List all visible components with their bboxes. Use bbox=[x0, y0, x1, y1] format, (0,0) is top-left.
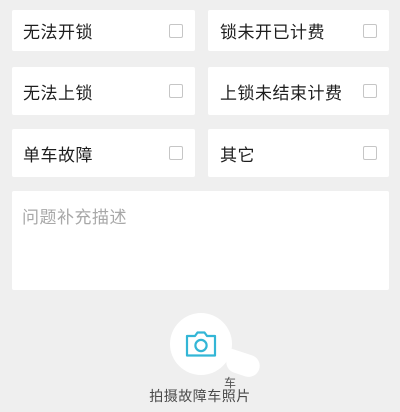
checkbox[interactable] bbox=[363, 84, 377, 98]
option-not-unlocked-charged[interactable]: 锁未开已计费 bbox=[208, 10, 389, 51]
option-other[interactable]: 其它 bbox=[208, 129, 389, 177]
description-placeholder: 问题补充描述 bbox=[22, 208, 127, 228]
option-locked-still-charging[interactable]: 上锁未结束计费 bbox=[208, 67, 389, 115]
checkbox[interactable] bbox=[363, 23, 377, 38]
option-label: 其它 bbox=[220, 145, 255, 166]
checkbox[interactable] bbox=[169, 84, 183, 98]
checkbox[interactable] bbox=[363, 146, 377, 160]
option-cannot-lock[interactable]: 无法上锁 bbox=[12, 67, 195, 115]
checkbox[interactable] bbox=[169, 146, 183, 160]
checkbox[interactable] bbox=[169, 23, 183, 38]
photo-label: 拍摄故障车照片 bbox=[149, 389, 251, 405]
description-textarea[interactable]: 问题补充描述 bbox=[12, 191, 389, 290]
option-label: 锁未开已计费 bbox=[220, 23, 325, 43]
take-photo-button[interactable] bbox=[170, 313, 232, 375]
option-label: 无法上锁 bbox=[23, 83, 93, 104]
option-label: 无法开锁 bbox=[23, 23, 93, 43]
option-cannot-unlock[interactable]: 无法开锁 bbox=[12, 10, 195, 51]
camera-icon bbox=[184, 330, 218, 358]
option-label: 上锁未结束计费 bbox=[220, 83, 343, 104]
option-label: 单车故障 bbox=[23, 145, 93, 166]
option-bike-fault[interactable]: 单车故障 bbox=[12, 129, 195, 177]
